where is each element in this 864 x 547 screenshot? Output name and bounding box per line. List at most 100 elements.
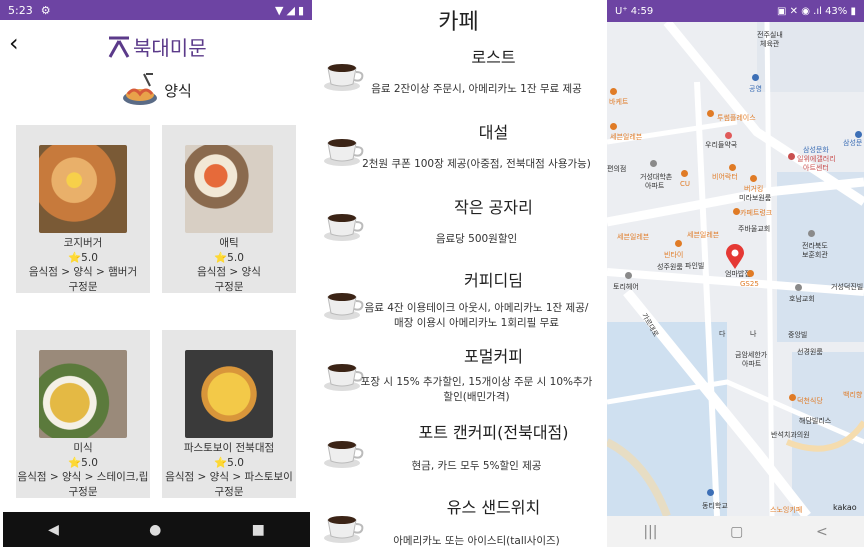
map-label: 선경원룸 xyxy=(797,348,823,356)
signal-icon: ▣ ✕ ◉ .ıl xyxy=(777,5,826,17)
map-label: 동티학교 xyxy=(702,502,728,510)
poi-icon[interactable] xyxy=(610,123,617,130)
poi-icon[interactable] xyxy=(752,74,759,81)
cafe-list-screen: 카페 로스트 음료 2잔이상 주문시, 아메리카노 1잔 무료 제공 대설 2천… xyxy=(312,0,605,547)
food-photo-table xyxy=(185,145,273,233)
poi-icon[interactable] xyxy=(707,489,714,496)
cafe-benefit: 아메리카노 또는 아이스티(tall사이즈) xyxy=(393,535,560,547)
map-label: 체육관 xyxy=(760,40,780,48)
pasta-icon xyxy=(123,73,158,105)
map-label: 중앙빌 xyxy=(788,331,808,339)
battery-icon: ▮ xyxy=(850,5,856,17)
map-label: 스노잉키페 xyxy=(770,506,803,514)
map-label: GS25 xyxy=(740,280,759,288)
map-label: 우리들약국 xyxy=(705,141,738,149)
restaurant-area: 구정문 xyxy=(214,485,244,498)
settings-icon: ⚙ xyxy=(40,3,51,17)
poi-icon[interactable] xyxy=(610,88,617,95)
map-label: 공영 xyxy=(749,85,762,93)
map-label: 삼성문 xyxy=(843,139,863,147)
map-label: 해담빌리스 xyxy=(799,417,832,425)
poi-icon[interactable] xyxy=(795,284,802,291)
nav-back-icon[interactable]: < xyxy=(816,524,828,540)
cafe-item[interactable]: 작은 공자리 음료당 500원할인 xyxy=(312,190,605,265)
back-arrow-icon[interactable]: ‹ xyxy=(9,31,19,55)
map-label: CU xyxy=(680,180,691,188)
restaurant-card[interactable]: 미식 ⭐5.0 음식점 > 양식 > 스테이크,립 구정문 xyxy=(16,330,150,498)
kakao-logo: kakao xyxy=(833,503,857,512)
map-label: 거성덕진빌 xyxy=(831,283,864,291)
poi-icon[interactable] xyxy=(750,175,757,182)
poi-icon[interactable] xyxy=(650,160,657,167)
location-pin-icon[interactable] xyxy=(725,244,745,270)
poi-icon[interactable] xyxy=(729,164,736,171)
map-label: 보훈회관 xyxy=(802,251,828,259)
wifi-icon: ▼ xyxy=(275,3,284,17)
restaurant-name: 애틱 xyxy=(219,237,239,249)
nav-recents-icon[interactable]: ||| xyxy=(643,524,657,540)
poi-icon[interactable] xyxy=(675,240,682,247)
poi-icon[interactable] xyxy=(625,272,632,279)
battery-level: 43% xyxy=(825,5,848,17)
system-nav-bar: ||| ▢ < xyxy=(607,516,864,547)
status-bar: U⁺ 4:59 ▣ ✕ ◉ .ıl 43% ▮ xyxy=(607,0,864,22)
restaurant-path: 음식점 > 양식 > 햄버거 xyxy=(28,266,138,278)
restaurant-card[interactable]: 파스토보이 전북대점 ⭐5.0 음식점 > 양식 > 파스토보이 구정문 xyxy=(162,330,296,498)
restaurant-path: 음식점 > 양식 > 스테이크,립 xyxy=(17,471,149,483)
nav-home-icon[interactable]: ● xyxy=(149,522,161,538)
cafe-name: 대설 xyxy=(478,123,509,142)
restaurant-card[interactable]: 애틱 ⭐5.0 음식점 > 양식 구정문 xyxy=(162,125,296,293)
system-nav-bar: ◀ ● ■ xyxy=(3,512,310,547)
cafe-item[interactable]: 커피디딤 음료 4잔 이용테이크 아웃시, 아메리카노 1잔 제공/매장 이용시… xyxy=(312,265,605,340)
cafe-name: 유스 샌드위치 xyxy=(446,498,541,517)
poi-icon[interactable] xyxy=(855,131,862,138)
nav-home-icon[interactable]: ▢ xyxy=(730,524,743,540)
poi-icon[interactable] xyxy=(733,208,740,215)
status-time: 4:59 xyxy=(630,5,654,17)
app-bar: ‹ 북대미문 xyxy=(0,20,312,70)
poi-icon[interactable] xyxy=(725,132,732,139)
map-label: 아파트 xyxy=(645,182,665,190)
food-photo-pasta xyxy=(39,145,127,233)
restaurant-path: 음식점 > 양식 xyxy=(197,266,261,278)
status-right: ▣ ✕ ◉ .ıl 43% ▮ xyxy=(777,6,856,17)
poi-icon[interactable] xyxy=(707,110,714,117)
status-bar: 5:23 ⚙ ▼ ◢ ▮ xyxy=(0,0,312,20)
map-label: 편의점 xyxy=(607,165,627,173)
cafe-item[interactable]: 대설 2천원 쿠폰 100장 제공(아중점, 전북대점 사용가능) xyxy=(312,115,605,190)
map-label: 세븐일레븐 xyxy=(610,133,643,141)
cafe-benefit: 음료 2잔이상 주문시, 아메리카노 1잔 무료 제공 xyxy=(371,83,582,95)
poi-icon[interactable] xyxy=(681,170,688,177)
map-label: 세븐일레븐 xyxy=(617,233,650,241)
restaurant-path: 음식점 > 양식 > 파스토보이 xyxy=(165,471,293,483)
nav-back-icon[interactable]: ◀ xyxy=(48,522,59,538)
restaurant-name: 미식 xyxy=(73,442,93,454)
logo-mark-icon xyxy=(108,36,130,58)
map-label: 덕천식당 xyxy=(797,397,823,405)
food-photo-pizza xyxy=(185,350,273,438)
map-label: 백리향 xyxy=(843,391,863,399)
restaurant-rating: ⭐5.0 xyxy=(214,456,244,469)
cafe-name: 포멀커피 xyxy=(464,347,523,366)
restaurant-rating: ⭐5.0 xyxy=(68,456,98,469)
cafe-item[interactable]: 유스 샌드위치 아메리카노 또는 아이스티(tall사이즈) xyxy=(312,490,605,547)
poi-icon[interactable] xyxy=(808,230,815,237)
restaurant-card[interactable]: 코지버거 ⭐5.0 음식점 > 양식 > 햄버거 구정문 xyxy=(16,125,150,293)
restaurant-rating: ⭐5.0 xyxy=(68,251,98,264)
poi-icon[interactable] xyxy=(788,153,795,160)
map-label: 아파트 xyxy=(742,360,762,368)
restaurant-name: 코지버거 xyxy=(63,237,103,249)
cafe-benefit: 2천원 쿠폰 100장 제공(아중점, 전북대점 사용가능) xyxy=(362,158,591,170)
cafe-item[interactable]: 포멀커피 포장 시 15% 추가할인, 15개이상 주문 시 10%추가 할인(배… xyxy=(312,340,605,415)
poi-icon[interactable] xyxy=(747,270,754,277)
cafe-item[interactable]: 로스트 음료 2잔이상 주문시, 아메리카노 1잔 무료 제공 xyxy=(312,40,605,115)
cafe-benefit: 음료당 500원할인 xyxy=(435,233,518,245)
map-label: 빈타이 xyxy=(664,251,684,259)
restaurant-area: 구정문 xyxy=(68,280,98,293)
cafe-item[interactable]: 포트 캔커피(전북대점) 현금, 카드 모두 5%할인 제공 xyxy=(312,415,605,490)
map-view[interactable]: 전주실내 체육관 공영 바케트 투썸플레이스 세븐일레븐 우리들약국 거성대학촌… xyxy=(607,22,864,516)
nav-recents-icon[interactable]: ■ xyxy=(252,522,265,538)
page-title: 카페 xyxy=(438,10,479,35)
map-label: 삼성문화 xyxy=(803,146,829,154)
poi-icon[interactable] xyxy=(789,394,796,401)
